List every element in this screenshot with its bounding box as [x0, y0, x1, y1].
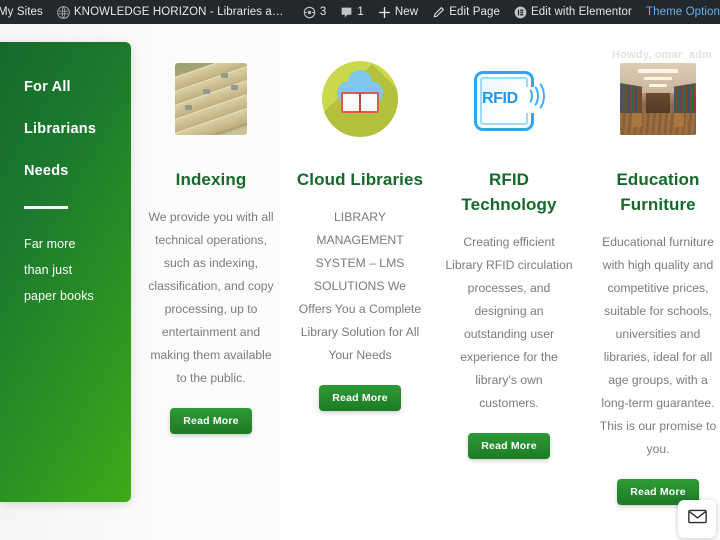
promo-heading-line-1: For All [24, 80, 131, 96]
wp-admin-bar[interactable]: My Sites KNOWLEDGE HORIZON - Libraries a… [0, 0, 720, 24]
comments-count: 1 [357, 0, 364, 24]
howdy-greeting: Howdy, omar_adm [612, 49, 712, 61]
card-body-education-furniture: Educational furniture with high quality … [592, 231, 720, 461]
card-body-cloud-libraries: LIBRARY MANAGEMENT SYSTEM – LMS SOLUTION… [294, 206, 426, 367]
pencil-icon [432, 6, 445, 19]
promo-subtext-line-2: than just [24, 257, 131, 283]
contact-mail-widget[interactable] [678, 500, 716, 538]
admin-bar-comments[interactable]: 1 [333, 0, 371, 24]
feature-card-indexing: Indexing We provide you with all technic… [145, 24, 277, 434]
feature-cards-row: Indexing We provide you with all technic… [131, 24, 720, 540]
card-title-indexing: Indexing [145, 167, 277, 192]
read-more-button-indexing[interactable]: Read More [170, 408, 251, 434]
card-body-indexing: We provide you with all technical operat… [145, 206, 277, 390]
edit-page-label: Edit Page [449, 0, 500, 24]
card-title-education-furniture: Education Furniture [592, 167, 720, 217]
plus-icon [378, 6, 391, 19]
read-more-button-cloud-libraries[interactable]: Read More [319, 385, 400, 411]
promo-heading-line-3: Needs [24, 164, 131, 180]
admin-bar-site-name[interactable]: KNOWLEDGE HORIZON - Libraries and Inform… [50, 0, 296, 24]
updates-icon [303, 6, 316, 19]
comment-bubble-icon [340, 6, 353, 19]
promo-panel-content: For All Librarians Needs Far more than j… [0, 42, 131, 309]
elementor-icon [514, 6, 527, 19]
card-icon-library-wrap [592, 45, 720, 153]
cloud-book-icon [322, 61, 398, 137]
admin-bar-edit-page[interactable]: Edit Page [425, 0, 507, 24]
card-title-cloud-libraries: Cloud Libraries [294, 167, 426, 192]
my-sites-label: My Sites [0, 0, 43, 24]
promo-panel: For All Librarians Needs Far more than j… [0, 42, 131, 502]
card-icon-rfid-wrap: RFID [443, 45, 575, 153]
admin-bar-new[interactable]: New [371, 0, 425, 24]
theme-options-label: Theme Options [646, 0, 720, 24]
card-title-rfid-technology: RFID Technology [443, 167, 575, 217]
feature-card-education-furniture: Education Furniture Educational furnitur… [592, 24, 720, 505]
card-body-rfid-technology: Creating efficient Library RFID circulat… [443, 231, 575, 415]
updates-count: 3 [320, 0, 327, 24]
card-icon-indexing-wrap [145, 45, 277, 153]
feature-card-rfid-technology: RFID RFID Technology Creating efficient … [443, 24, 575, 459]
promo-heading-line-2: Librarians [24, 122, 131, 138]
edit-with-elementor-label: Edit with Elementor [531, 0, 632, 24]
admin-bar-theme-options[interactable]: Theme Options [639, 0, 720, 24]
read-more-button-rfid-technology[interactable]: Read More [468, 433, 549, 459]
wordpress-logo-icon [57, 6, 70, 19]
library-interior-photo-icon [620, 63, 696, 135]
feature-card-cloud-libraries: Cloud Libraries LIBRARY MANAGEMENT SYSTE… [294, 24, 426, 411]
admin-bar-edit-with-elementor[interactable]: Edit with Elementor [507, 0, 639, 24]
page-canvas: Howdy, omar_adm For All Librarians Needs… [0, 24, 720, 540]
card-icon-cloud-wrap [294, 45, 426, 153]
promo-divider [24, 206, 68, 209]
site-name-label: KNOWLEDGE HORIZON - Libraries and Inform… [74, 0, 289, 24]
admin-bar-my-sites[interactable]: My Sites [0, 0, 50, 24]
index-cards-photo-icon [175, 63, 247, 135]
new-label: New [395, 0, 418, 24]
envelope-icon [688, 509, 707, 529]
admin-bar-updates[interactable]: 3 [296, 0, 334, 24]
promo-subtext-line-3: paper books [24, 283, 131, 309]
rfid-tag-icon: RFID [470, 63, 548, 135]
promo-subtext-line-1: Far more [24, 231, 131, 257]
